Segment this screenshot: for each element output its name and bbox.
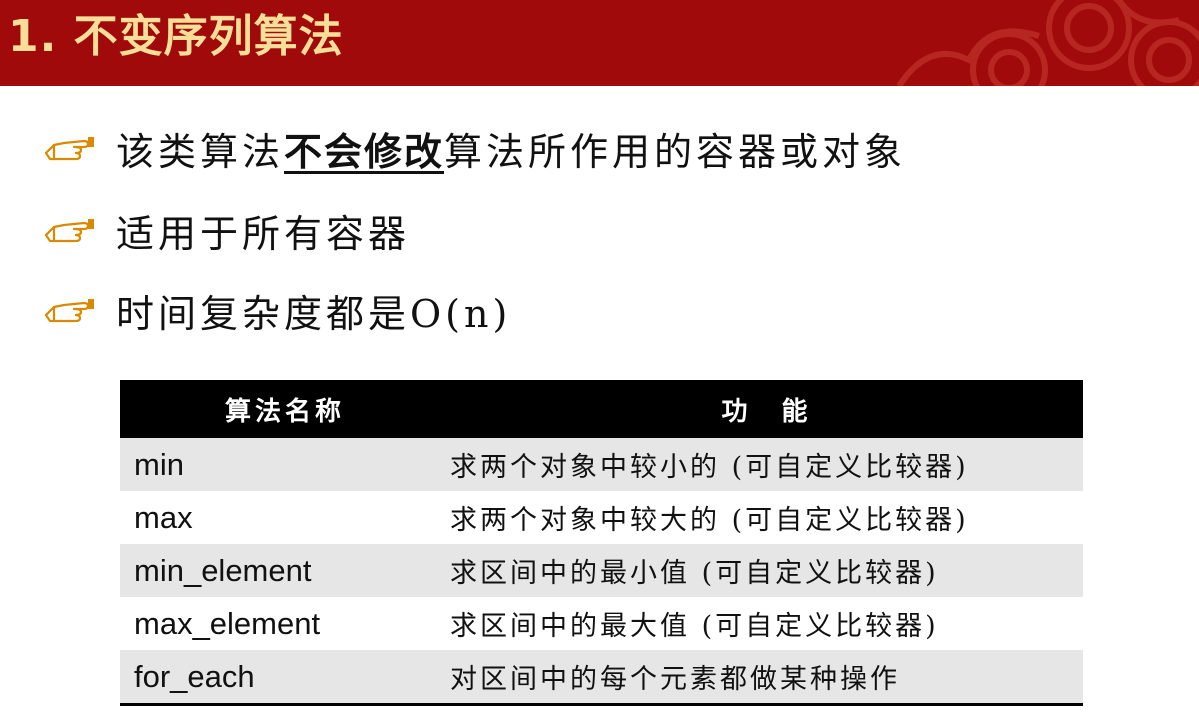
algorithm-name: min (120, 438, 450, 491)
algorithm-description: 求两个对象中较大的 (可自定义比较器) (450, 491, 1083, 544)
pointing-hand-icon (44, 137, 94, 161)
cloud-pattern-decoration (896, 0, 1199, 86)
algorithm-description: 求两个对象中较小的 (可自定义比较器) (450, 438, 1083, 491)
slide-title: 1. 不变序列算法 (8, 11, 344, 62)
table-header-row: 算法名称 功 能 (120, 380, 1083, 438)
table-row: for_each 对区间中的每个元素都做某种操作 (120, 650, 1083, 706)
column-header-function: 功 能 (450, 380, 1083, 438)
algorithm-name: for_each (120, 650, 450, 706)
slide-header: 1. 不变序列算法 (0, 0, 1199, 86)
pointing-hand-icon (44, 299, 94, 323)
algorithm-name: max (120, 491, 450, 544)
table-row: max 求两个对象中较大的 (可自定义比较器) (120, 491, 1083, 544)
algorithm-name: min_element (120, 544, 450, 597)
bullet-text-continued: 算法所作用的容器或对象 (444, 129, 907, 174)
table-row: min_element 求区间中的最小值 (可自定义比较器) (120, 544, 1083, 597)
table-row: min 求两个对象中较小的 (可自定义比较器) (120, 438, 1083, 491)
bullet-item: 时间复杂度都是O(n) (44, 280, 511, 340)
pointing-hand-icon (44, 219, 94, 243)
bullet-text: 该类算法 (116, 129, 285, 174)
emphasized-text: 不会修改 (284, 129, 445, 174)
algorithm-name: max_element (120, 597, 450, 650)
algorithm-table: 算法名称 功 能 min 求两个对象中较小的 (可自定义比较器) max 求两个… (120, 380, 1083, 706)
algorithm-description: 对区间中的每个元素都做某种操作 (450, 650, 1083, 706)
algorithm-description: 求区间中的最小值 (可自定义比较器) (450, 544, 1083, 597)
table-row: max_element 求区间中的最大值 (可自定义比较器) (120, 597, 1083, 650)
algorithm-description: 求区间中的最大值 (可自定义比较器) (450, 597, 1083, 650)
column-header-name: 算法名称 (120, 380, 450, 438)
bullet-item: 该类算法不会修改算法所作用的容器或对象 (44, 118, 906, 178)
bullet-text: 时间复杂度都是O(n) (116, 291, 512, 336)
bullet-text: 适用于所有容器 (116, 211, 411, 256)
bullet-item: 适用于所有容器 (44, 200, 410, 260)
